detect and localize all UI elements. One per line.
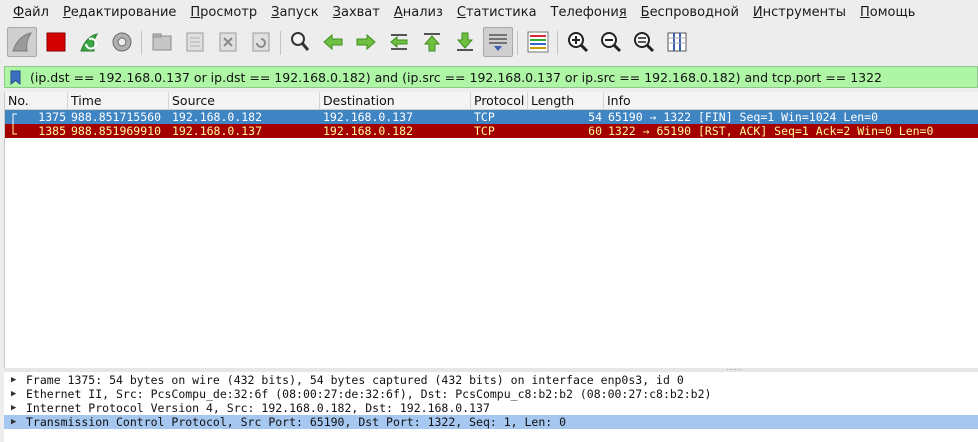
go-forward-button[interactable] [351,27,381,57]
open-file-icon [152,33,172,51]
colorize-icon [527,31,549,53]
capture-options-icon [112,32,132,52]
restart-capture-icon [80,33,99,52]
save-file-button[interactable] [180,27,210,57]
go-back-icon [323,33,343,51]
packet-list-header: No. Time Source Destination Protocol Len… [5,92,978,110]
expand-arrow-icon[interactable]: ▶ [11,401,21,415]
autoscroll-button[interactable] [483,27,513,57]
menu-item[interactable]: Инструменты [753,5,846,20]
go-to-packet-button[interactable] [384,27,414,57]
menu-item[interactable]: Беспроводной [641,5,739,20]
toolbar-separator [517,31,518,55]
close-file-icon [219,32,237,52]
zoom-normal-button[interactable] [629,27,659,57]
packet-source: 192.168.0.137 [172,124,263,138]
expand-arrow-icon[interactable]: ▶ [11,373,21,387]
display-filter-input[interactable]: (ip.dst == 192.168.0.137 or ip.dst == 19… [30,70,882,85]
expand-arrow-icon[interactable]: ▶ [11,415,21,429]
capture-options-button[interactable] [107,27,137,57]
packet-list: No. Time Source Destination Protocol Len… [4,92,978,368]
packet-details: ▶ Frame 1375: 54 bytes on wire (432 bits… [4,372,978,442]
go-last-button[interactable] [450,27,480,57]
packet-source: 192.168.0.182 [172,110,263,124]
reload-file-button[interactable] [246,27,276,57]
find-packet-icon [291,32,310,51]
menu-bar: Файл Редактирование Просмотр Запуск Захват Ан… [0,0,978,25]
zoom-in-icon [568,32,589,53]
go-first-icon [423,33,441,52]
menu-item[interactable]: Запуск [271,5,319,20]
shark-fin-start-icon [12,32,33,52]
packet-protocol: TCP [474,124,495,138]
toolbar-separator [557,31,558,55]
start-capture-button[interactable] [7,27,37,57]
packet-no: 1385 [38,124,66,138]
menu-item[interactable]: Анализ [394,5,443,20]
packet-length: 60 [588,124,602,138]
autoscroll-icon [489,34,507,51]
detail-ipv4: Internet Protocol Version 4, Src: 192.16… [26,401,490,415]
stop-capture-icon [46,32,66,52]
menu-item[interactable]: Файл [13,5,49,20]
menu-item[interactable]: Статистика [457,5,537,20]
find-packet-button[interactable] [285,27,315,57]
zoom-out-button[interactable] [596,27,626,57]
packet-time: 988.851969910 [71,124,162,138]
zoom-in-button[interactable] [563,27,593,57]
resize-columns-icon [667,32,687,52]
menu-item[interactable]: Редактирование [63,5,176,20]
column-header-source[interactable]: Source [169,92,320,110]
detail-tree-item-selected[interactable]: ▶ Transmission Control Protocol, Src Por… [4,415,978,429]
menu-item[interactable]: Помощь [860,5,915,20]
bookmark-icon[interactable] [10,69,24,85]
restart-capture-button[interactable] [74,27,104,57]
packet-info: 1322 → 65190 [RST, ACK] Seq=1 Ack=2 Win=… [608,124,934,138]
detail-frame: Frame 1375: 54 bytes on wire (432 bits),… [26,373,684,387]
zoom-normal-icon [634,32,655,53]
go-first-button[interactable] [417,27,447,57]
go-last-icon [456,32,474,51]
menu-item[interactable]: Захват [333,5,380,20]
colorize-button[interactable] [523,27,553,57]
open-file-button[interactable] [147,27,177,57]
packet-row[interactable]: 1375 988.851715560 192.168.0.182 192.168… [5,110,978,124]
detail-tree-item[interactable]: ▶ Internet Protocol Version 4, Src: 192.… [4,401,978,415]
save-file-icon [186,32,204,52]
go-forward-icon [356,33,376,51]
go-to-packet-icon [390,34,408,50]
go-back-button[interactable] [318,27,348,57]
packet-time: 988.851715560 [71,110,162,124]
menu-item[interactable]: Телефония [551,5,627,20]
menu-item[interactable]: Просмотр [190,5,257,20]
zoom-out-icon [601,32,622,53]
column-header-info[interactable]: Info [604,92,978,110]
packet-no: 1375 [38,110,66,124]
packet-info: 65190 → 1322 [FIN] Seq=1 Win=1024 Len=0 [608,110,879,124]
detail-ethernet: Ethernet II, Src: PcsCompu_de:32:6f (08:… [26,387,712,401]
column-header-no[interactable]: No. [5,92,68,110]
stop-capture-button[interactable] [41,27,71,57]
resize-columns-button[interactable] [662,27,692,57]
reload-file-icon [252,32,270,52]
detail-tree-item[interactable]: ▶ Ethernet II, Src: PcsCompu_de:32:6f (0… [4,387,978,401]
expand-arrow-icon[interactable]: ▶ [11,387,21,401]
detail-tree-item[interactable]: ▶ Frame 1375: 54 bytes on wire (432 bits… [4,373,978,387]
packet-destination: 192.168.0.137 [323,110,414,124]
packet-length: 54 [588,110,602,124]
main-toolbar [0,25,978,63]
column-header-time[interactable]: Time [68,92,169,110]
display-filter-bar[interactable]: (ip.dst == 192.168.0.137 or ip.dst == 19… [4,66,978,88]
column-header-length[interactable]: Length [528,92,604,110]
toolbar-separator [141,31,142,55]
close-file-button[interactable] [213,27,243,57]
column-header-destination[interactable]: Destination [320,92,471,110]
detail-tcp: Transmission Control Protocol, Src Port:… [26,415,567,429]
toolbar-separator [280,31,281,55]
column-header-protocol[interactable]: Protocol [471,92,528,110]
packet-protocol: TCP [474,110,495,124]
packet-destination: 192.168.0.182 [323,124,414,138]
packet-row[interactable]: 1385 988.851969910 192.168.0.137 192.168… [5,124,978,138]
